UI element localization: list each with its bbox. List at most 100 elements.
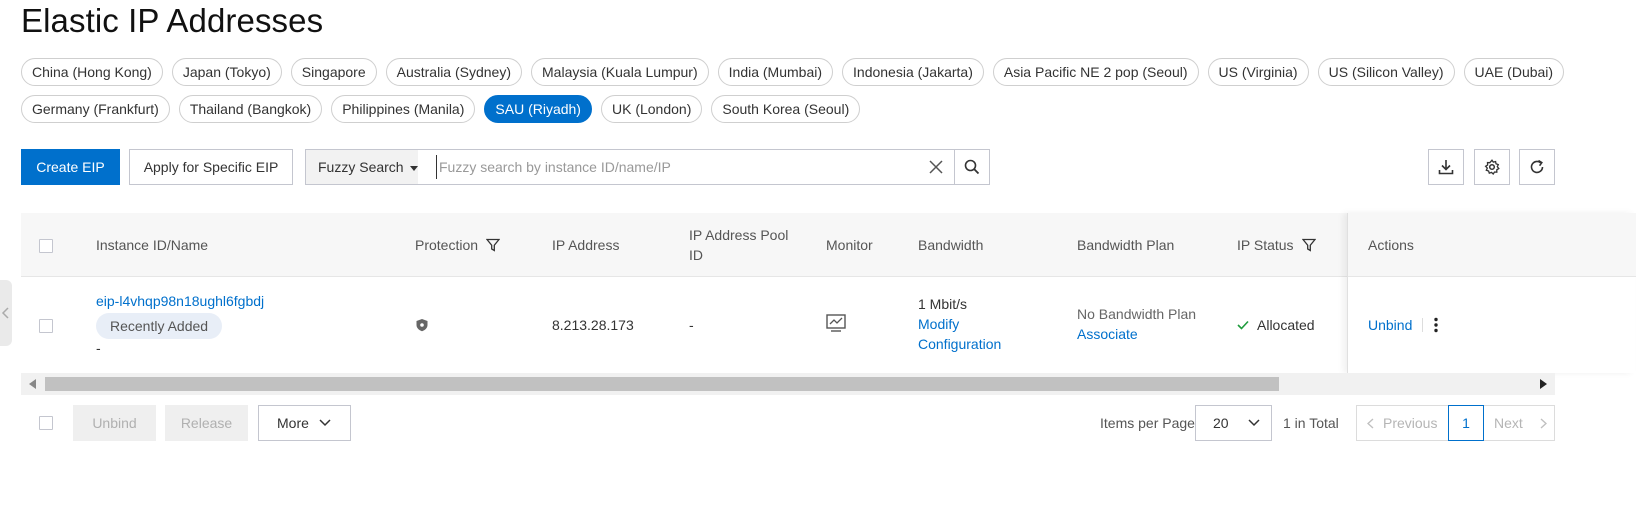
more-label: More [277,415,309,431]
table-footer: Unbind Release More Items per Page 20 1 … [21,405,1635,441]
row-checkbox[interactable] [39,319,53,333]
download-button[interactable] [1428,149,1464,185]
total-count: 1 in Total [1283,415,1339,431]
shield-icon [416,319,428,332]
search-bar: Fuzzy Search [305,149,990,185]
search-mode-select[interactable]: Fuzzy Search [306,150,418,184]
column-header-monitor: Monitor [826,237,873,253]
region-row-1: China (Hong Kong) Japan (Tokyo) Singapor… [21,58,1641,86]
page-1-button[interactable]: 1 [1448,405,1484,441]
status-text: Allocated [1257,317,1315,333]
scroll-left-icon[interactable] [29,379,36,389]
region-tag-mumbai[interactable]: India (Mumbai) [717,58,834,86]
actions-header-bg: Actions [1348,213,1636,277]
toolbar: Create EIP Apply for Specific EIP Fuzzy … [21,149,1635,185]
search-button[interactable] [954,150,989,184]
more-button[interactable]: More [258,405,351,441]
page-size-value: 20 [1213,415,1229,431]
instance-name: - [96,340,101,356]
filter-icon[interactable] [486,238,501,252]
column-header-status: IP Status [1237,213,1316,277]
refresh-icon [1530,159,1544,174]
region-tag-jakarta[interactable]: Indonesia (Jakarta) [842,58,984,86]
monitor-icon[interactable] [826,314,846,332]
region-tag-virginia[interactable]: US (Virginia) [1207,58,1309,86]
instance-id-cell: eip-l4vhqp98n18ughl6fgbdj Recently Added… [96,291,264,357]
bandwidth-value: 1 Mbit/s [918,296,968,312]
region-tag-tokyo[interactable]: Japan (Tokyo) [171,58,282,86]
clear-icon[interactable] [926,157,946,177]
column-header-status-label: IP Status [1237,237,1294,253]
region-tag-seoul-ne2[interactable]: Asia Pacific NE 2 pop (Seoul) [992,58,1199,86]
actions-column: Actions Unbind [1347,213,1636,373]
region-tag-frankfurt[interactable]: Germany (Frankfurt) [21,95,170,123]
batch-unbind-button[interactable]: Unbind [73,405,156,441]
batch-release-button[interactable]: Release [165,405,248,441]
region-tag-dubai[interactable]: UAE (Dubai) [1463,58,1565,86]
download-icon [1438,160,1454,175]
column-header-protection-label: Protection [415,237,479,253]
more-vertical-icon[interactable] [1433,317,1439,333]
region-tag-singapore[interactable]: Singapore [290,58,377,86]
items-per-page-label: Items per Page [1100,415,1195,431]
search-icon [964,159,980,175]
gear-icon [1484,159,1500,175]
column-header-actions: Actions [1368,237,1414,253]
column-header-ip: IP Address [552,237,620,253]
search-mode-label: Fuzzy Search [318,159,404,175]
select-all-checkbox[interactable] [39,239,53,253]
region-tag-manila[interactable]: Philippines (Manila) [331,95,476,123]
chevron-down-icon [319,419,331,427]
next-page-button[interactable]: Next [1484,406,1556,440]
instance-id-link[interactable]: eip-l4vhqp98n18ughl6fgbdj [96,291,264,311]
region-tag-london[interactable]: UK (London) [600,95,703,123]
horizontal-scrollbar[interactable] [21,373,1555,395]
region-tag-silicon-valley[interactable]: US (Silicon Valley) [1317,58,1455,86]
region-selector: China (Hong Kong) Japan (Tokyo) Singapor… [21,58,1641,132]
caret-down-icon [409,165,418,171]
protection-cell [415,317,429,337]
search-input[interactable] [436,155,916,179]
column-header-instance: Instance ID/Name [96,237,209,253]
recently-added-badge: Recently Added [96,313,223,339]
settings-button[interactable] [1474,149,1510,185]
chevron-right-icon [1540,418,1547,429]
region-tag-kuala-lumpur[interactable]: Malaysia (Kuala Lumpur) [531,58,709,86]
region-tag-hong-kong[interactable]: China (Hong Kong) [21,58,163,86]
chevron-down-icon [1248,419,1260,427]
column-header-bandwidth: Bandwidth [918,237,984,253]
column-header-bandwidth-plan: Bandwidth Plan [1077,237,1175,253]
side-panel-toggle[interactable] [0,280,12,346]
page-size-select[interactable]: 20 [1195,405,1272,441]
unbind-link[interactable]: Unbind [1368,315,1412,335]
status-cell: Allocated [1237,315,1315,335]
column-header-pool-id: IP Address Pool ID [689,227,789,263]
previous-page-button[interactable]: Previous [1357,406,1448,440]
region-tag-bangkok[interactable]: Thailand (Bangkok) [178,95,323,123]
bandwidth-cell: 1 Mbit/s Modify Configuration [918,294,1014,354]
region-tag-south-korea-seoul[interactable]: South Korea (Seoul) [711,95,861,123]
region-row-2: Germany (Frankfurt) Thailand (Bangkok) P… [21,95,1641,123]
ip-address: 8.213.28.173 [552,317,634,333]
action-divider [1422,318,1424,332]
bandwidth-plan-value: No Bandwidth Plan [1077,306,1197,322]
region-tag-riyadh[interactable]: SAU (Riyadh) [484,95,592,123]
footer-select-all-checkbox[interactable] [39,416,53,430]
scroll-right-icon[interactable] [1540,379,1547,389]
associate-link[interactable]: Associate [1077,324,1196,344]
actions-cell: Unbind [1368,315,1439,335]
check-icon [1237,320,1249,330]
filter-icon[interactable] [1301,238,1316,252]
page-title: Elastic IP Addresses [21,2,324,39]
create-eip-button[interactable]: Create EIP [21,149,120,185]
modify-configuration-link[interactable]: Modify Configuration [918,314,1014,354]
region-tag-sydney[interactable]: Australia (Sydney) [385,58,523,86]
next-label: Next [1494,415,1523,431]
apply-specific-eip-button[interactable]: Apply for Specific EIP [129,149,293,185]
monitor-cell [826,314,846,337]
refresh-button[interactable] [1519,149,1555,185]
scrollbar-thumb[interactable] [45,377,1279,391]
column-header-protection: Protection [415,213,501,277]
chevron-left-icon [1367,418,1374,429]
pool-id: - [689,317,694,333]
